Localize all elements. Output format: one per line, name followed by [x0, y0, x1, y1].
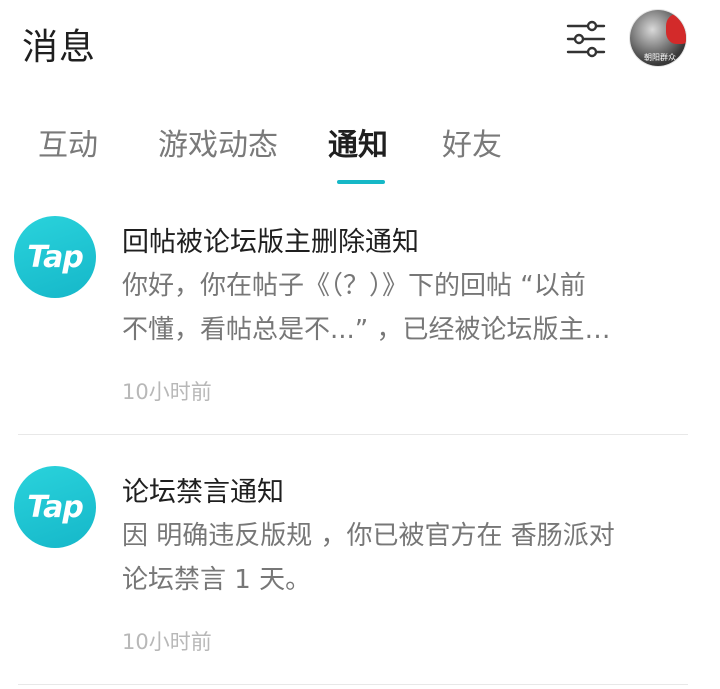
logo-text: Tap [27, 489, 84, 525]
divider [18, 434, 688, 435]
tab-interaction[interactable]: 互动 [38, 120, 98, 164]
active-tab-indicator [337, 180, 385, 184]
tab-game-updates[interactable]: 游戏动态 [158, 120, 278, 164]
notification-title: 论坛禁言通知 [122, 477, 284, 508]
notification-time: 10小时前 [122, 630, 212, 654]
messages-page: 消息 朝阳群众 互动 游戏动态 通知 好友 Tap 回帖被论坛版主删除通知 你好… [0, 0, 720, 689]
notification-time: 10小时前 [122, 380, 212, 404]
notification-body: 因 明确违反版规 ，你已被官方在 香肠派对 论坛禁言 1 天。 [122, 514, 682, 602]
avatar-caption: 朝阳群众 [644, 53, 676, 62]
notification-body-line: 你好，你在帖子《（？）》下的回帖 “以前 [122, 271, 586, 301]
notification-item[interactable]: Tap 回帖被论坛版主删除通知 你好，你在帖子《（？）》下的回帖 “以前 不懂，… [0, 190, 720, 438]
taptap-logo-icon: Tap [14, 466, 96, 548]
logo-text: Tap [27, 239, 84, 275]
notification-body: 你好，你在帖子《（？）》下的回帖 “以前 不懂，看帖总是不...” ，已经被论坛… [122, 264, 682, 352]
tab-notifications[interactable]: 通知 [328, 120, 388, 164]
avatar-decoration [666, 14, 686, 44]
notification-item[interactable]: Tap 论坛禁言通知 因 明确违反版规 ，你已被官方在 香肠派对 论坛禁言 1 … [0, 440, 720, 688]
tab-bar: 互动 游戏动态 通知 好友 [0, 120, 720, 190]
notification-title: 回帖被论坛版主删除通知 [122, 227, 419, 258]
divider [18, 684, 688, 685]
avatar[interactable]: 朝阳群众 [630, 10, 686, 66]
notification-body-line: 不懂，看帖总是不...” ，已经被论坛版主… [122, 315, 611, 345]
filter-button[interactable] [565, 18, 607, 60]
tab-friends[interactable]: 好友 [442, 120, 502, 164]
page-title: 消息 [22, 27, 97, 68]
notification-body-line: 论坛禁言 1 天。 [122, 565, 312, 595]
sliders-icon [566, 20, 606, 58]
taptap-logo-icon: Tap [14, 216, 96, 298]
notification-body-line: 因 明确违反版规 ，你已被官方在 香肠派对 [122, 521, 615, 551]
header: 消息 朝阳群众 [0, 0, 720, 90]
